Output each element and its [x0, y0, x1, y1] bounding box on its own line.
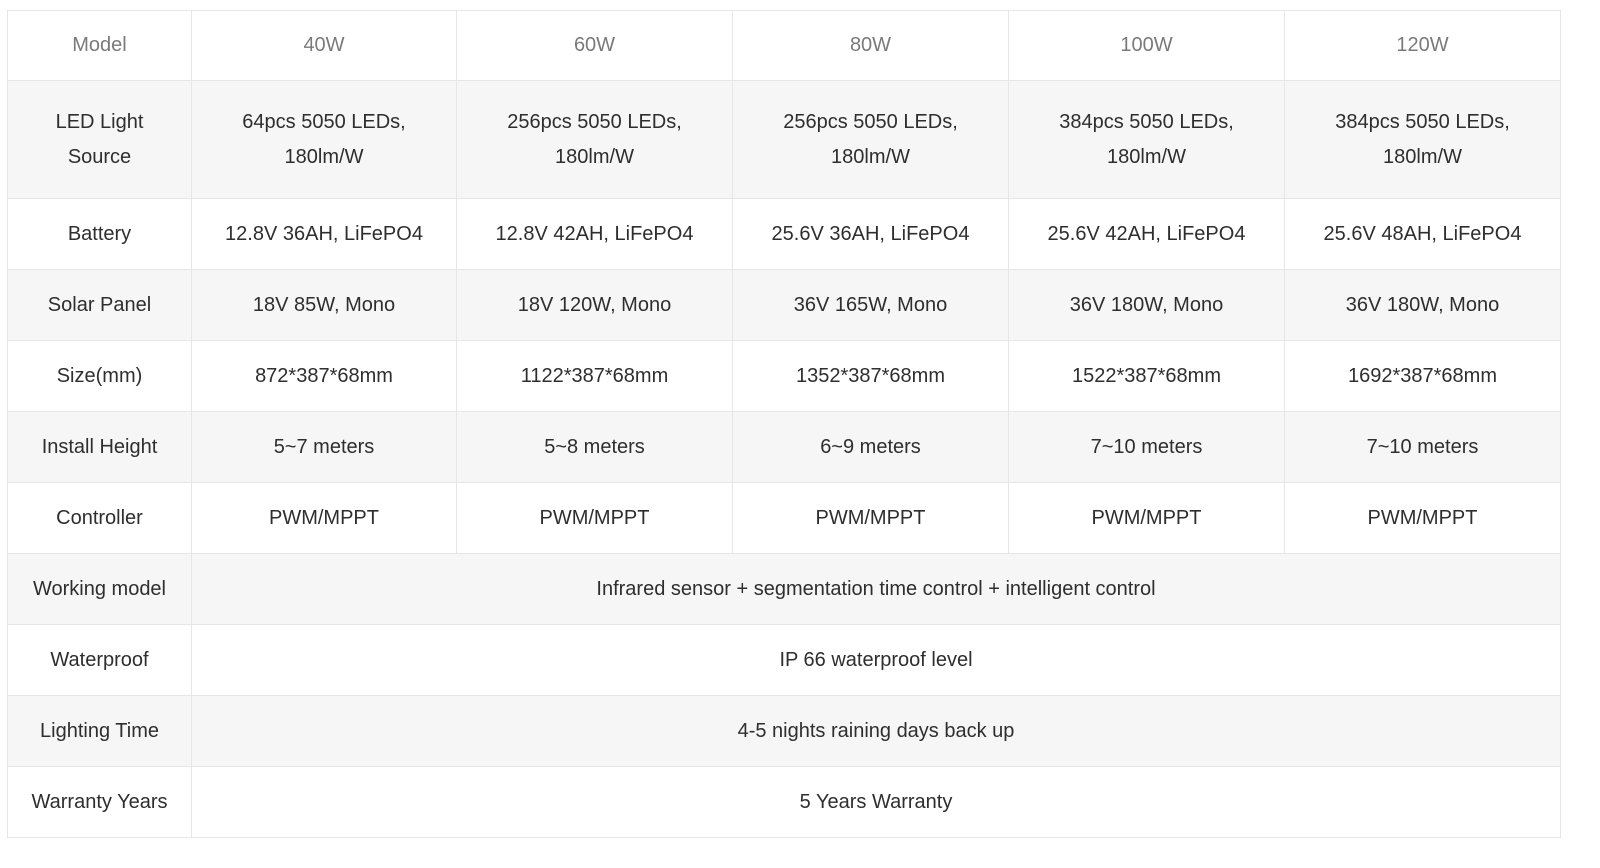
row-label-cell: Install Height [7, 411, 192, 483]
spec-table-container: Model 40W 60W 80W 100W 120W LED Light So… [7, 10, 1561, 838]
table-cell: 1692*387*68mm [1284, 340, 1561, 412]
header-row: Model 40W 60W 80W 100W 120W [7, 10, 1561, 81]
table-cell: 1122*387*68mm [456, 340, 733, 412]
table-cell: 1352*387*68mm [732, 340, 1009, 412]
table-cell: 25.6V 36AH, LiFePO4 [732, 198, 1009, 270]
table-cell: 7~10 meters [1284, 411, 1561, 483]
table-row-size: Size(mm) 872*387*68mm 1122*387*68mm 1352… [7, 340, 1561, 412]
header-label-cell: Model [7, 10, 192, 81]
table-cell: 5~8 meters [456, 411, 733, 483]
table-cell: 256pcs 5050 LEDs, 180lm/W [732, 80, 1009, 199]
specification-table: Model 40W 60W 80W 100W 120W LED Light So… [7, 10, 1561, 838]
merged-cell: Infrared sensor + segmentation time cont… [191, 553, 1561, 625]
table-cell: 1522*387*68mm [1008, 340, 1285, 412]
cell-line: 384pcs 5050 LEDs, [1059, 110, 1234, 133]
row-label-cell: LED Light Source [7, 80, 192, 199]
cell-line: 256pcs 5050 LEDs, [783, 110, 958, 133]
merged-cell: 5 Years Warranty [191, 766, 1561, 838]
table-cell: 256pcs 5050 LEDs, 180lm/W [456, 80, 733, 199]
table-cell: PWM/MPPT [191, 482, 457, 554]
table-cell: 18V 85W, Mono [191, 269, 457, 341]
table-cell: 36V 180W, Mono [1284, 269, 1561, 341]
row-label-line: LED Light [55, 110, 144, 133]
table-cell: 5~7 meters [191, 411, 457, 483]
table-row-solar-panel: Solar Panel 18V 85W, Mono 18V 120W, Mono… [7, 269, 1561, 341]
header-model-cell: 40W [191, 10, 457, 81]
header-model-cell: 60W [456, 10, 733, 81]
table-row-warranty-years: Warranty Years 5 Years Warranty [7, 766, 1561, 838]
cell-line: 256pcs 5050 LEDs, [507, 110, 682, 133]
row-label-cell: Solar Panel [7, 269, 192, 341]
row-label-cell: Lighting Time [7, 695, 192, 767]
table-cell: 36V 180W, Mono [1008, 269, 1285, 341]
merged-cell: 4-5 nights raining days back up [191, 695, 1561, 767]
row-label-cell: Size(mm) [7, 340, 192, 412]
table-cell: 7~10 meters [1008, 411, 1285, 483]
cell-line: 384pcs 5050 LEDs, [1335, 110, 1510, 133]
row-label-cell: Battery [7, 198, 192, 270]
table-cell: 12.8V 42AH, LiFePO4 [456, 198, 733, 270]
row-label-cell: Warranty Years [7, 766, 192, 838]
table-cell: PWM/MPPT [456, 482, 733, 554]
table-cell: 384pcs 5050 LEDs, 180lm/W [1284, 80, 1561, 199]
cell-line: 180lm/W [555, 145, 634, 168]
table-cell: 12.8V 36AH, LiFePO4 [191, 198, 457, 270]
table-cell: 25.6V 48AH, LiFePO4 [1284, 198, 1561, 270]
cell-line: 180lm/W [1107, 145, 1186, 168]
table-cell: 18V 120W, Mono [456, 269, 733, 341]
cell-line: 180lm/W [284, 145, 364, 168]
table-row-waterproof: Waterproof IP 66 waterproof level [7, 624, 1561, 696]
table-row-battery: Battery 12.8V 36AH, LiFePO4 12.8V 42AH, … [7, 198, 1561, 270]
table-cell: PWM/MPPT [1284, 482, 1561, 554]
table-row-controller: Controller PWM/MPPT PWM/MPPT PWM/MPPT PW… [7, 482, 1561, 554]
table-cell: 25.6V 42AH, LiFePO4 [1008, 198, 1285, 270]
table-cell: PWM/MPPT [732, 482, 1009, 554]
table-cell: 64pcs 5050 LEDs, 180lm/W [191, 80, 457, 199]
cell-line: 180lm/W [831, 145, 910, 168]
table-row-working-model: Working model Infrared sensor + segmenta… [7, 553, 1561, 625]
merged-cell: IP 66 waterproof level [191, 624, 1561, 696]
row-label-cell: Working model [7, 553, 192, 625]
table-cell: 384pcs 5050 LEDs, 180lm/W [1008, 80, 1285, 199]
table-cell: 36V 165W, Mono [732, 269, 1009, 341]
header-model-cell: 100W [1008, 10, 1285, 81]
header-model-cell: 120W [1284, 10, 1561, 81]
row-label-cell: Waterproof [7, 624, 192, 696]
row-label-line: Source [67, 145, 132, 168]
table-row-install-height: Install Height 5~7 meters 5~8 meters 6~9… [7, 411, 1561, 483]
cell-line: 180lm/W [1383, 145, 1462, 168]
table-row-lighting-time: Lighting Time 4-5 nights raining days ba… [7, 695, 1561, 767]
table-row-led-light-source: LED Light Source 64pcs 5050 LEDs, 180lm/… [7, 80, 1561, 199]
cell-line: 64pcs 5050 LEDs, [242, 110, 406, 133]
header-model-cell: 80W [732, 10, 1009, 81]
table-cell: 6~9 meters [732, 411, 1009, 483]
row-label-cell: Controller [7, 482, 192, 554]
table-cell: 872*387*68mm [191, 340, 457, 412]
table-cell: PWM/MPPT [1008, 482, 1285, 554]
